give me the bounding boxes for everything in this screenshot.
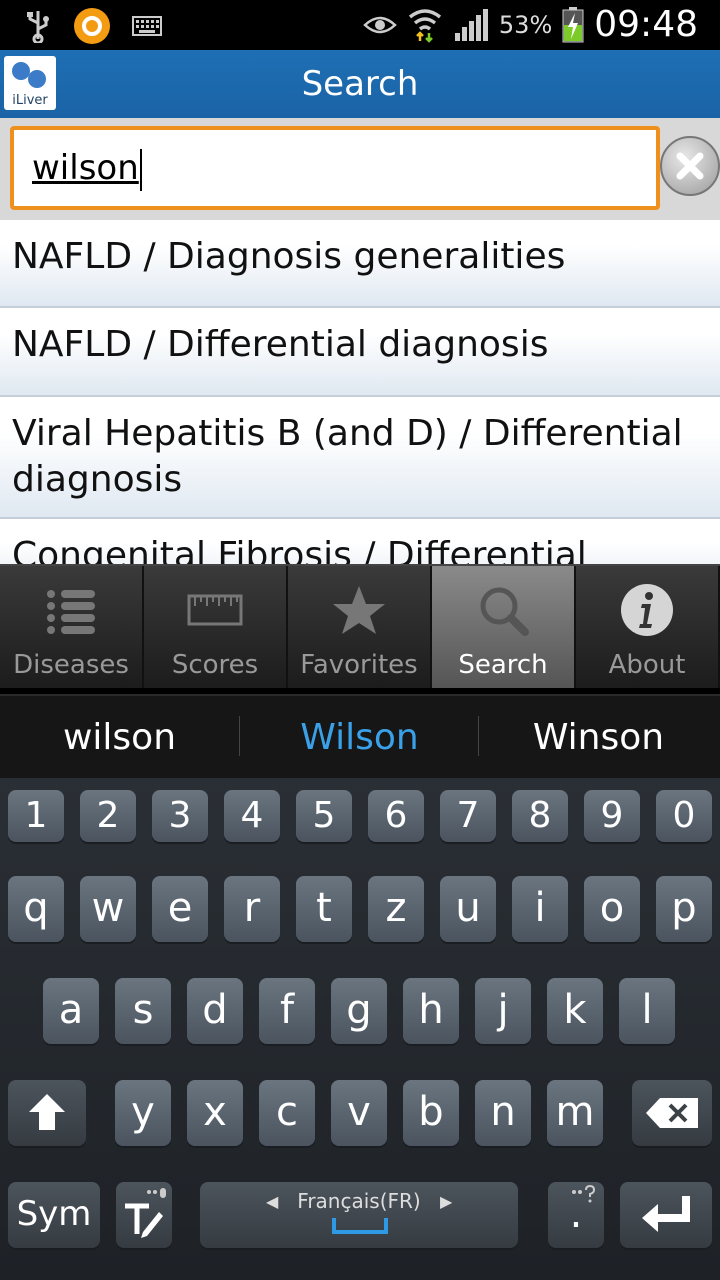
key-3[interactable]: 3 [152, 790, 208, 842]
status-bar: 53% 09:48 [0, 0, 720, 50]
usb-icon [27, 11, 49, 43]
search-results-list: NAFLD / Diagnosis generalities NAFLD / D… [0, 220, 720, 564]
key-s[interactable]: s [115, 978, 171, 1044]
app-notification-icon [74, 8, 110, 44]
key-g[interactable]: g [331, 978, 387, 1044]
tab-about[interactable]: About [576, 566, 720, 688]
key-z[interactable]: z [368, 876, 424, 942]
info-icon [621, 584, 673, 636]
clock: 09:48 [594, 4, 698, 45]
signal-icon [454, 8, 488, 41]
list-item[interactable]: Congenital Fibrosis / Differential [0, 519, 720, 564]
sym-key[interactable]: Sym [8, 1182, 100, 1248]
key-j[interactable]: j [475, 978, 531, 1044]
key-4[interactable]: 4 [224, 790, 280, 842]
search-input-value: wilson [32, 148, 139, 188]
key-p[interactable]: p [656, 876, 712, 942]
list-item-label: NAFLD / Differential diagnosis [12, 324, 549, 365]
language-right-icon: ▶ [440, 1192, 453, 1211]
key-n[interactable]: n [475, 1080, 531, 1146]
space-bar-icon [332, 1218, 388, 1234]
key-c[interactable]: c [259, 1080, 315, 1146]
key-o[interactable]: o [584, 876, 640, 942]
space-key[interactable]: ◀ Français(FR) ▶ [200, 1182, 518, 1248]
search-row: wilson [0, 118, 720, 220]
suggestion-item[interactable]: Wilson [240, 696, 479, 780]
shift-key[interactable] [8, 1080, 86, 1146]
backspace-icon [646, 1098, 698, 1128]
tab-label: Search [458, 650, 548, 680]
tab-diseases[interactable]: Diseases [0, 566, 144, 688]
key-t[interactable]: t [296, 876, 352, 942]
key-y[interactable]: y [115, 1080, 171, 1146]
keyboard-language-label: Français(FR) [297, 1189, 421, 1213]
suggestion-item[interactable]: Winson [479, 696, 718, 780]
key-h[interactable]: h [403, 978, 459, 1044]
key-k[interactable]: k [547, 978, 603, 1044]
list-item-label: Viral Hepatitis B (and D) / Differential… [12, 413, 683, 500]
tab-search[interactable]: Search [432, 566, 576, 688]
key-5[interactable]: 5 [296, 790, 352, 842]
key-q[interactable]: q [8, 876, 64, 942]
keyboard: 1 2 3 4 5 6 7 8 9 0 q w e r t z u i o p … [0, 778, 720, 1280]
keyboard-notification-icon [132, 16, 162, 36]
suggestion-item[interactable]: wilson [0, 696, 239, 780]
key-l[interactable]: l [619, 978, 675, 1044]
key-1[interactable]: 1 [8, 790, 64, 842]
key-v[interactable]: v [331, 1080, 387, 1146]
list-icon [47, 590, 95, 634]
tab-label: Scores [171, 650, 259, 680]
key-8[interactable]: 8 [512, 790, 568, 842]
key-i[interactable]: i [512, 876, 568, 942]
action-bar: iLiver Search [0, 50, 720, 118]
list-item[interactable]: Viral Hepatitis B (and D) / Differential… [0, 397, 720, 519]
ruler-icon [187, 594, 243, 626]
key-r[interactable]: r [224, 876, 280, 942]
backspace-key[interactable] [632, 1080, 712, 1146]
key-f[interactable]: f [259, 978, 315, 1044]
list-item[interactable]: NAFLD / Diagnosis generalities [0, 220, 720, 308]
search-input[interactable]: wilson [10, 126, 660, 210]
list-item-label: Congenital Fibrosis / Differential [12, 535, 587, 564]
text-caret [139, 148, 142, 191]
enter-key[interactable] [620, 1182, 712, 1248]
text-input-options-key[interactable] [116, 1182, 172, 1248]
key-e[interactable]: e [152, 876, 208, 942]
key-u[interactable]: u [440, 876, 496, 942]
key-d[interactable]: d [187, 978, 243, 1044]
key-9[interactable]: 9 [584, 790, 640, 842]
eye-icon [363, 16, 397, 33]
handwriting-mic-icon [125, 1188, 166, 1238]
star-icon [333, 586, 385, 634]
key-6[interactable]: 6 [368, 790, 424, 842]
wifi-icon [408, 8, 441, 43]
list-item-label: NAFLD / Diagnosis generalities [12, 236, 566, 277]
battery-percentage: 53% [498, 10, 553, 39]
enter-icon [642, 1196, 690, 1232]
tab-label: Favorites [300, 650, 418, 680]
key-m[interactable]: m [547, 1080, 603, 1146]
key-0[interactable]: 0 [656, 790, 712, 842]
tab-label: Diseases [13, 650, 129, 680]
battery-charging-icon [562, 6, 584, 42]
list-item[interactable]: NAFLD / Differential diagnosis [0, 308, 720, 397]
tab-bar: Diseases Scores Favorites Search About [0, 564, 720, 688]
key-7[interactable]: 7 [440, 790, 496, 842]
magnifier-icon [480, 587, 529, 636]
shift-arrow-icon [29, 1094, 65, 1130]
page-title: Search [301, 64, 419, 104]
close-icon [676, 152, 704, 180]
tab-scores[interactable]: Scores [144, 566, 288, 688]
punctuation-hint-icon [572, 1184, 596, 1203]
tab-label: About [608, 650, 686, 680]
key-b[interactable]: b [403, 1080, 459, 1146]
key-w[interactable]: w [80, 876, 136, 942]
key-2[interactable]: 2 [80, 790, 136, 842]
key-x[interactable]: x [187, 1080, 243, 1146]
clear-search-button[interactable] [660, 136, 720, 196]
tab-favorites[interactable]: Favorites [288, 566, 432, 688]
period-key[interactable]: . [548, 1182, 604, 1248]
key-a[interactable]: a [43, 978, 99, 1044]
suggestion-strip: wilson Wilson Winson [0, 694, 720, 778]
